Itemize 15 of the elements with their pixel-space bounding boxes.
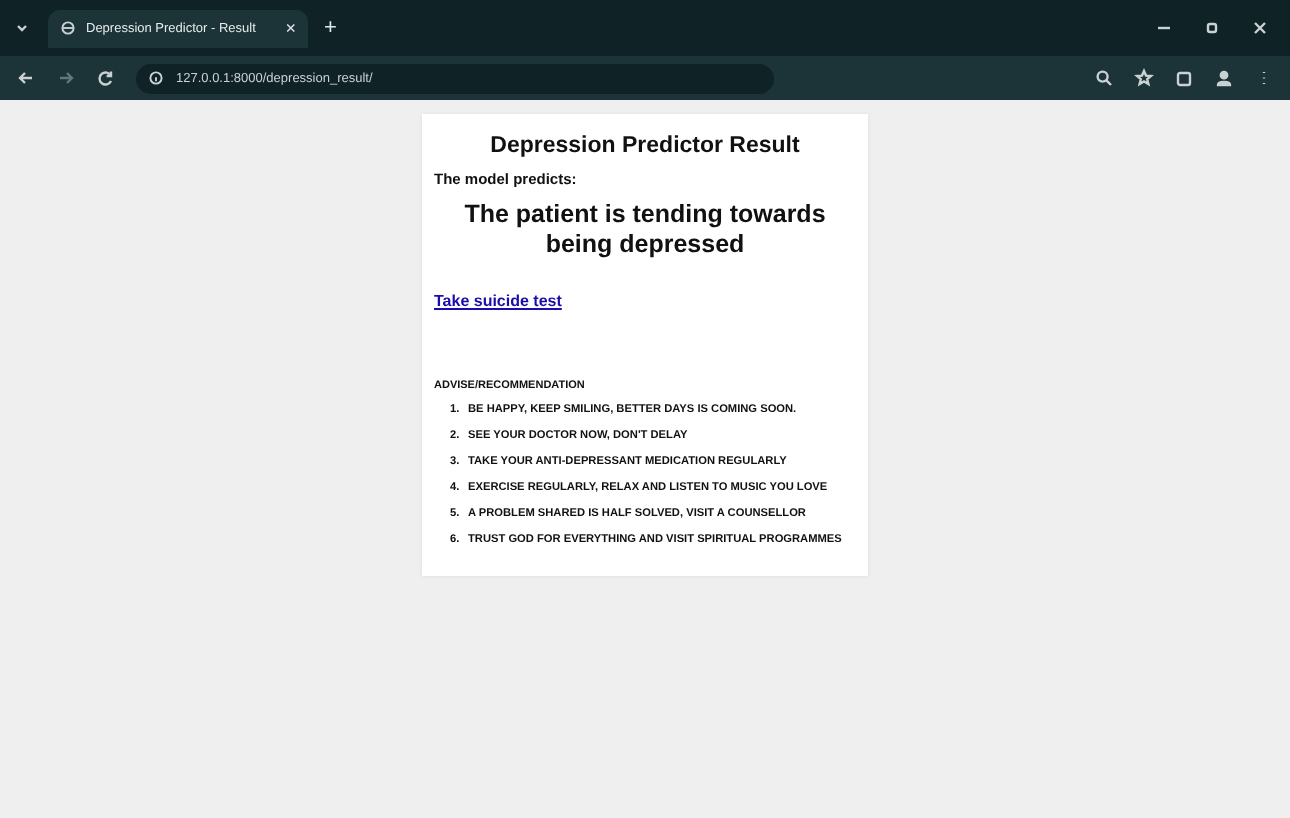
- close-icon[interactable]: [1250, 18, 1270, 38]
- forward-icon[interactable]: [56, 68, 76, 88]
- suicide-test-link[interactable]: Take suicide test: [434, 292, 562, 310]
- restore-icon[interactable]: [1202, 18, 1222, 38]
- close-tab-button[interactable]: ×: [285, 18, 296, 38]
- prediction-text: The patient is tending towards being depressed: [462, 200, 828, 260]
- info-icon[interactable]: [148, 70, 164, 86]
- page-title: Depression Predictor Result: [488, 134, 802, 158]
- profile-icon[interactable]: [1214, 68, 1234, 88]
- back-icon[interactable]: [16, 68, 36, 88]
- bookmark-star-icon[interactable]: [1134, 68, 1154, 88]
- reload-icon[interactable]: [96, 68, 116, 88]
- extensions-icon[interactable]: [1174, 68, 1194, 88]
- zoom-icon[interactable]: [1094, 68, 1114, 88]
- new-tab-button[interactable]: +: [324, 16, 337, 40]
